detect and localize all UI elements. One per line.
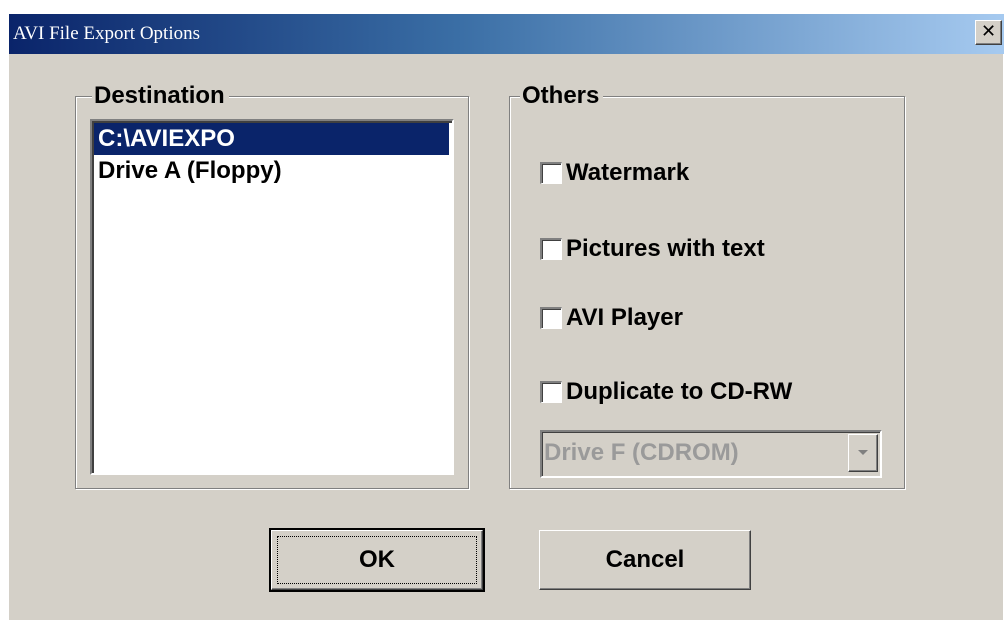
cancel-button[interactable]: Cancel [539, 530, 751, 590]
pictures-with-text-checkbox[interactable] [540, 238, 562, 260]
avi-player-label[interactable]: AVI Player [566, 304, 683, 332]
cancel-button-label: Cancel [605, 546, 685, 573]
dialog-window: AVI File Export Options ✕ Destination C:… [8, 14, 1004, 620]
pictures-with-text-label[interactable]: Pictures with text [566, 235, 765, 263]
list-item-aviexpo[interactable]: C:\AVIEXPO [94, 123, 449, 155]
cd-drive-select[interactable]: Drive F (CDROM) [540, 430, 882, 478]
cd-drive-select-value: Drive F (CDROM) [544, 439, 739, 466]
destination-group-label: Destination [92, 82, 229, 110]
list-item-floppy[interactable]: Drive A (Floppy) [94, 155, 282, 187]
duplicate-cdrw-label[interactable]: Duplicate to CD-RW [566, 378, 792, 406]
watermark-checkbox-row[interactable]: Watermark [540, 158, 689, 188]
ok-button[interactable]: OK [269, 528, 485, 592]
window-title: AVI File Export Options [13, 23, 201, 44]
destination-listbox[interactable]: C:\AVIEXPO Drive A (Floppy) [90, 119, 454, 475]
pictures-with-text-checkbox-row[interactable]: Pictures with text [540, 234, 765, 264]
close-icon: ✕ [980, 21, 997, 42]
others-group-label: Others [520, 82, 604, 110]
duplicate-cdrw-checkbox-row[interactable]: Duplicate to CD-RW [540, 377, 792, 407]
close-button[interactable]: ✕ [975, 20, 1002, 45]
avi-player-checkbox[interactable] [540, 307, 562, 329]
title-bar[interactable]: AVI File Export Options ✕ [9, 14, 1004, 54]
focus-rectangle [277, 536, 477, 584]
avi-player-checkbox-row[interactable]: AVI Player [540, 303, 683, 333]
others-group: Others Watermark Pictures with text AVI … [509, 82, 905, 489]
chevron-down-icon[interactable] [848, 434, 878, 472]
watermark-checkbox[interactable] [540, 162, 562, 184]
destination-group: Destination C:\AVIEXPO Drive A (Floppy) [75, 82, 469, 489]
duplicate-cdrw-checkbox[interactable] [540, 381, 562, 403]
watermark-label[interactable]: Watermark [566, 159, 689, 187]
